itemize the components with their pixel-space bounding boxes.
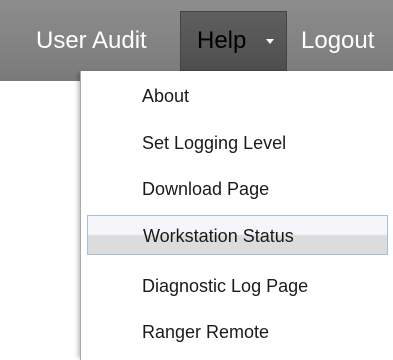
menu-item-label: Ranger Remote [142, 322, 270, 342]
menu-item-label: Download Page [142, 179, 270, 199]
menu-item-label: Set Logging Level [142, 133, 287, 153]
nav-help-dropdown[interactable]: Help [180, 11, 287, 71]
nav-logout[interactable]: Logout [301, 0, 374, 81]
top-navbar: User Audit Help Logout [0, 0, 393, 81]
menu-item-label: About [142, 86, 190, 106]
menu-item-diagnostic-log-page[interactable]: Diagnostic Log Page [81, 266, 393, 306]
menu-item-download-page[interactable]: Download Page [81, 169, 393, 209]
nav-user-audit[interactable]: User Audit [36, 0, 147, 81]
menu-item-about[interactable]: About [81, 76, 393, 116]
nav-help-label: Help [197, 27, 247, 54]
menu-item-workstation-status[interactable]: Workstation Status [87, 215, 388, 255]
help-dropdown-menu: About Set Logging Level Download Page Wo… [80, 71, 393, 360]
menu-item-label: Workstation Status [143, 226, 294, 246]
menu-item-label: Diagnostic Log Page [142, 276, 309, 296]
menu-item-set-logging-level[interactable]: Set Logging Level [81, 123, 393, 163]
menu-item-ranger-remote[interactable]: Ranger Remote [81, 312, 393, 352]
chevron-down-icon [266, 39, 274, 44]
